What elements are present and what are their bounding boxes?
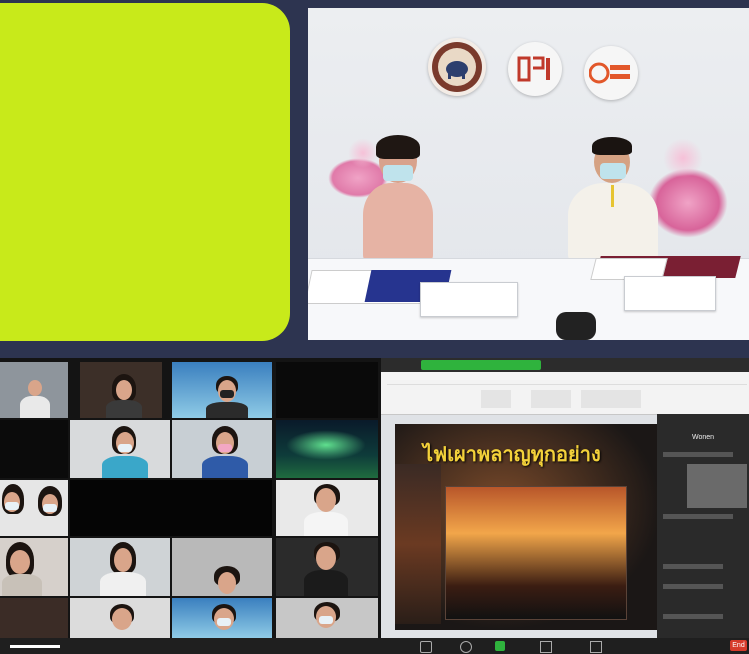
- participant-tile: [0, 362, 68, 418]
- participant-tile: [0, 538, 68, 596]
- speakerphone: [556, 312, 596, 340]
- participant-tile: [276, 480, 378, 536]
- elephant-seal-logo: [428, 38, 486, 96]
- man-signatory: [558, 133, 668, 263]
- nameplate-left: [420, 282, 518, 317]
- participants-icon[interactable]: [420, 641, 432, 653]
- zoom-meeting-screenshot: ไฟเผาพลาญทุกอย่าง Wonen End: [0, 358, 749, 654]
- progress-bar[interactable]: [10, 645, 60, 648]
- fire-photo-left: [395, 464, 441, 624]
- share-top-bar: [381, 358, 749, 372]
- participant-tile: [172, 362, 272, 418]
- participant-tile: [276, 538, 378, 596]
- participant-tile: [0, 480, 68, 536]
- woman-signatory: [328, 133, 468, 263]
- lime-panel: [0, 3, 290, 341]
- sidebar-title: Wonen: [691, 434, 715, 441]
- slide-title: ไฟเผาพลาญทุกอย่าง: [423, 444, 601, 466]
- participant-tile: [172, 538, 272, 596]
- sci-park-logo: [584, 46, 638, 100]
- participant-tile: [172, 420, 272, 478]
- participant-tile: [172, 598, 272, 638]
- participant-tile: [276, 598, 378, 638]
- participant-tile: [70, 598, 170, 638]
- participant-tile-off: [70, 480, 272, 536]
- nameplate-right: [624, 276, 716, 311]
- record-icon[interactable]: [540, 641, 552, 653]
- signing-ceremony-photo: [308, 8, 749, 340]
- share-screen-icon[interactable]: [495, 641, 505, 651]
- participant-tile: [0, 598, 68, 638]
- presentation-slide: ไฟเผาพลาญทุกอย่าง: [395, 424, 661, 630]
- participant-tile-off: [0, 420, 68, 478]
- participant-tile-off: [276, 362, 378, 418]
- end-button[interactable]: End: [730, 640, 747, 651]
- participant-tile: [70, 538, 170, 596]
- reactions-icon[interactable]: [590, 641, 602, 653]
- fire-photo: [445, 486, 627, 620]
- dri-logo: [508, 42, 562, 96]
- zoom-toolbar: End: [0, 638, 749, 654]
- participants-sidebar: Wonen: [657, 414, 749, 654]
- chat-icon[interactable]: [460, 641, 472, 653]
- participant-tile: [80, 362, 162, 418]
- powerpoint-ribbon: [381, 372, 749, 415]
- share-banner: [421, 360, 541, 370]
- shared-screen: ไฟเผาพลาญทุกอย่าง Wonen: [381, 358, 749, 654]
- aurora-background-tile: [276, 420, 378, 478]
- gallery-view: [0, 358, 381, 654]
- right-orchid-top: [663, 138, 703, 178]
- participant-tile: [70, 420, 170, 478]
